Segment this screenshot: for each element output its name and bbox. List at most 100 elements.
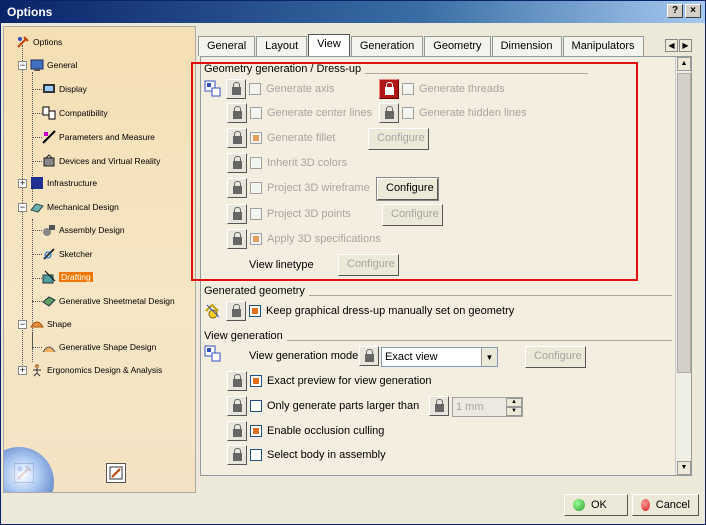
tab-general[interactable]: General bbox=[198, 36, 256, 56]
expander-mechanical[interactable]: − bbox=[18, 203, 27, 212]
scroll-down-icon[interactable]: ▼ bbox=[677, 461, 691, 475]
exact-preview-row: Exact preview for view generation bbox=[227, 371, 431, 391]
tree-item-mechanical-design[interactable]: Mechanical Design bbox=[30, 200, 119, 214]
generate-fillet-checkbox[interactable] bbox=[250, 132, 262, 144]
project-points-checkbox[interactable] bbox=[250, 208, 262, 220]
generate-hidden-lines-label: Generate hidden lines bbox=[419, 107, 527, 119]
project-points-row: Project 3D points bbox=[227, 204, 351, 224]
view-mode-configure-button[interactable]: Configure bbox=[525, 346, 586, 368]
expander-general[interactable]: − bbox=[18, 61, 27, 70]
inherit-colors-row: Inherit 3D colors bbox=[227, 153, 347, 173]
exact-preview-label: Exact preview for view generation bbox=[267, 375, 432, 387]
exact-preview-checkbox[interactable] bbox=[250, 375, 262, 387]
tab-generation[interactable]: Generation bbox=[350, 36, 424, 56]
tree-item-compatibility[interactable]: Compatibility bbox=[42, 106, 108, 120]
tab-scroll-left-icon[interactable]: ◀ bbox=[665, 39, 678, 52]
size-spinner[interactable]: 1 mm ▲ ▼ bbox=[452, 397, 523, 417]
view-mode-row bbox=[204, 345, 226, 363]
inherit-colors-checkbox[interactable] bbox=[250, 157, 262, 169]
tree-item-ergonomics[interactable]: Ergonomics Design & Analysis bbox=[30, 363, 162, 377]
wireframe-configure-button[interactable]: Configure bbox=[376, 177, 439, 201]
tree-item-sketcher[interactable]: Sketcher bbox=[42, 247, 93, 261]
view-generation-icon bbox=[204, 345, 222, 363]
generate-axis-label: Generate axis bbox=[266, 83, 335, 95]
cancel-button[interactable]: Cancel bbox=[632, 494, 699, 516]
lock-icon-button[interactable] bbox=[429, 396, 449, 416]
tab-layout[interactable]: Layout bbox=[256, 36, 308, 56]
apply-specifications-row: Apply 3D specifications bbox=[227, 229, 381, 249]
lock-icon-button[interactable] bbox=[226, 301, 246, 321]
generate-threads-label: Generate threads bbox=[419, 83, 505, 95]
apply-specifications-checkbox[interactable] bbox=[250, 233, 262, 245]
help-button[interactable]: ? bbox=[667, 4, 683, 18]
tree-item-shape-design[interactable]: Generative Shape Design bbox=[42, 340, 156, 354]
tab-scroll-right-icon[interactable]: ▶ bbox=[679, 39, 692, 52]
lock-icon-button[interactable] bbox=[227, 128, 247, 148]
lock-icon-button[interactable] bbox=[226, 79, 246, 99]
occlusion-checkbox[interactable] bbox=[250, 425, 262, 437]
only-larger-checkbox[interactable] bbox=[250, 400, 262, 412]
group-title-view-generation: View generation bbox=[204, 330, 287, 342]
chevron-down-icon[interactable]: ▼ bbox=[481, 348, 497, 366]
tab-dimension[interactable]: Dimension bbox=[491, 36, 562, 56]
tree-item-devices[interactable]: Devices and Virtual Reality bbox=[42, 154, 160, 168]
occlusion-label: Enable occlusion culling bbox=[267, 425, 385, 437]
linetype-configure-button[interactable]: Configure bbox=[338, 254, 399, 276]
panel-scrollbar[interactable]: ▲ ▼ bbox=[675, 57, 691, 475]
group-title-generated: Generated geometry bbox=[204, 285, 309, 297]
window-title: Options bbox=[7, 5, 53, 19]
tree-item-drafting[interactable]: Drafting bbox=[42, 270, 93, 284]
generate-threads-checkbox[interactable] bbox=[402, 83, 414, 95]
generate-axis-checkbox[interactable] bbox=[249, 83, 261, 95]
infrastructure-icon bbox=[30, 176, 44, 190]
project-wireframe-checkbox[interactable] bbox=[250, 182, 262, 194]
tree-item-options[interactable]: Options bbox=[16, 35, 62, 49]
lock-icon-button[interactable] bbox=[227, 396, 247, 416]
close-button[interactable]: × bbox=[685, 4, 701, 18]
tree-item-general[interactable]: General bbox=[30, 58, 77, 72]
lock-red-icon-button[interactable] bbox=[379, 79, 399, 99]
tree-item-assembly-design[interactable]: Assembly Design bbox=[42, 223, 125, 237]
tree-item-display[interactable]: Display bbox=[42, 82, 87, 96]
tree-settings-icon-button[interactable] bbox=[106, 463, 126, 483]
scroll-up-icon[interactable]: ▲ bbox=[677, 57, 691, 71]
tab-bar: General Layout View Generation Geometry … bbox=[198, 34, 645, 56]
ok-label: OK bbox=[591, 499, 607, 511]
tree-item-sheetmetal[interactable]: Generative Sheetmetal Design bbox=[42, 294, 175, 308]
tab-manipulators[interactable]: Manipulators bbox=[562, 36, 644, 56]
lock-icon-button[interactable] bbox=[227, 178, 247, 198]
spin-down-icon[interactable]: ▼ bbox=[506, 407, 522, 416]
tree-item-parameters[interactable]: Parameters and Measure bbox=[42, 130, 155, 144]
view-mode-value: Exact view bbox=[385, 351, 438, 363]
ok-button[interactable]: OK bbox=[564, 494, 628, 516]
lock-icon-button[interactable] bbox=[227, 445, 247, 465]
fillet-configure-button[interactable]: Configure bbox=[368, 128, 429, 150]
keep-dressup-checkbox[interactable] bbox=[249, 305, 261, 317]
lock-icon-button[interactable] bbox=[227, 153, 247, 173]
view-mode-select[interactable]: Exact view ▼ bbox=[381, 347, 498, 367]
generate-hidden-lines-checkbox[interactable] bbox=[402, 107, 414, 119]
tree-item-infrastructure[interactable]: Infrastructure bbox=[30, 176, 97, 190]
generate-center-lines-checkbox[interactable] bbox=[250, 107, 262, 119]
tree-item-shape[interactable]: Shape bbox=[30, 317, 72, 331]
spin-up-icon[interactable]: ▲ bbox=[506, 398, 522, 407]
points-configure-button[interactable]: Configure bbox=[382, 204, 443, 226]
scroll-thumb[interactable] bbox=[677, 73, 691, 373]
lock-icon-button[interactable] bbox=[379, 103, 399, 123]
generate-fillet-row: Generate fillet bbox=[227, 128, 335, 148]
lock-icon-button[interactable] bbox=[227, 371, 247, 391]
expander-shape[interactable]: − bbox=[18, 320, 27, 329]
select-body-checkbox[interactable] bbox=[250, 449, 262, 461]
expander-ergonomics[interactable]: + bbox=[18, 366, 27, 375]
expander-infrastructure[interactable]: + bbox=[18, 179, 27, 188]
generate-hidden-lines-row: Generate hidden lines bbox=[379, 103, 527, 123]
tab-view[interactable]: View bbox=[308, 34, 350, 56]
mechanical-design-icon bbox=[30, 200, 44, 214]
select-body-label: Select body in assembly bbox=[267, 449, 386, 461]
tab-geometry[interactable]: Geometry bbox=[424, 36, 491, 56]
lock-icon-button[interactable] bbox=[227, 229, 247, 249]
lock-icon-button[interactable] bbox=[227, 421, 247, 441]
lock-icon-button[interactable] bbox=[227, 103, 247, 123]
lock-icon-button[interactable] bbox=[359, 346, 379, 366]
lock-icon-button[interactable] bbox=[227, 204, 247, 224]
